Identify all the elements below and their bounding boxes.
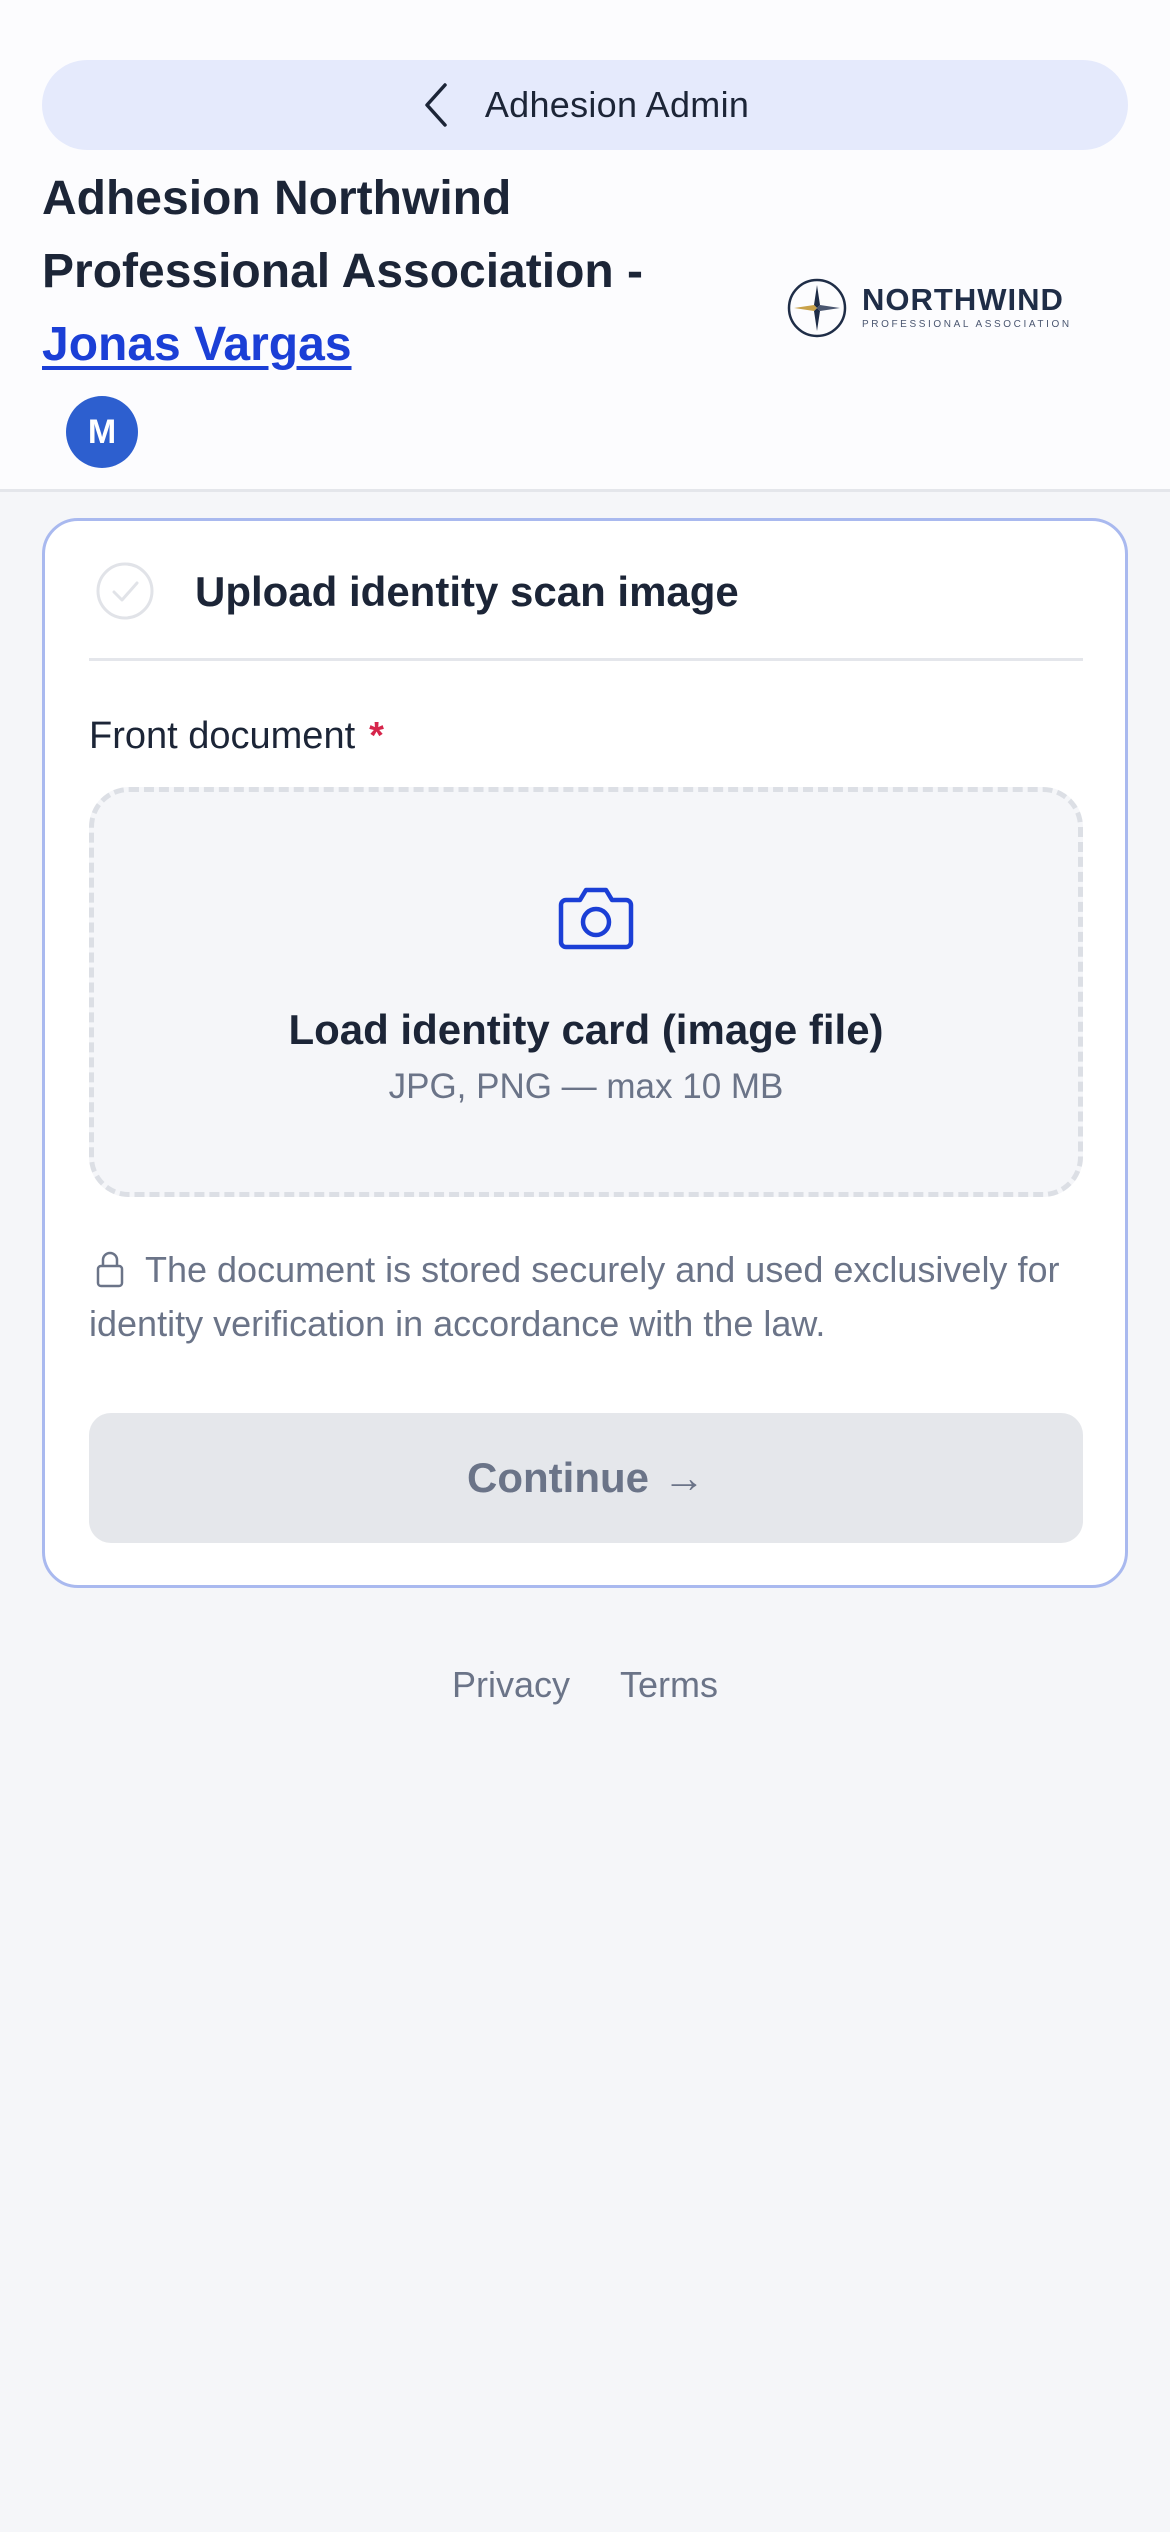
continue-button[interactable]: Continue → (89, 1413, 1083, 1543)
chevron-left-icon (425, 83, 447, 127)
footer-links: Privacy Terms (0, 1660, 1170, 1710)
title-line-1: Adhesion Northwind (42, 172, 512, 225)
identity-upload-dropzone[interactable]: Load identity card (image file) JPG, PNG… (89, 787, 1083, 1197)
page-title: Adhesion Northwind Professional Associat… (42, 162, 742, 381)
privacy-link[interactable]: Privacy (452, 1660, 570, 1710)
compass-star-icon (787, 278, 847, 338)
camera-icon (558, 887, 634, 950)
dropzone-hint: JPG, PNG — max 10 MB (388, 1067, 784, 1106)
page-header: Adhesion Admin Adhesion Northwind Profes… (0, 0, 1170, 492)
field-label-text: Front document (89, 715, 356, 757)
association-logo: NORTHWIND PROFESSIONAL ASSOCIATION (786, 276, 1086, 340)
check-circle-icon (96, 562, 154, 620)
security-notice: The document is stored securely and used… (89, 1249, 1060, 1344)
dropzone-title: Load identity card (image file) (288, 1006, 884, 1053)
logo-subtitle: PROFESSIONAL ASSOCIATION (862, 319, 1072, 330)
logo-name: NORTHWIND (862, 282, 1064, 317)
required-marker: * (369, 715, 384, 757)
avatar[interactable]: M (66, 396, 138, 468)
user-name-link[interactable]: Jonas Vargas (42, 308, 352, 381)
continue-label: Continue (467, 1454, 649, 1501)
front-document-label: Front document * (89, 711, 384, 761)
title-line-2: Professional Association - (42, 245, 644, 298)
divider (89, 658, 1083, 661)
terms-link[interactable]: Terms (620, 1660, 718, 1710)
upload-card: Upload identity scan image Front documen… (42, 518, 1128, 1588)
back-button[interactable]: Adhesion Admin (42, 60, 1128, 150)
arrow-right-icon: → (662, 1454, 705, 1501)
step-title: Upload identity scan image (195, 568, 739, 615)
back-label: Adhesion Admin (484, 84, 750, 125)
